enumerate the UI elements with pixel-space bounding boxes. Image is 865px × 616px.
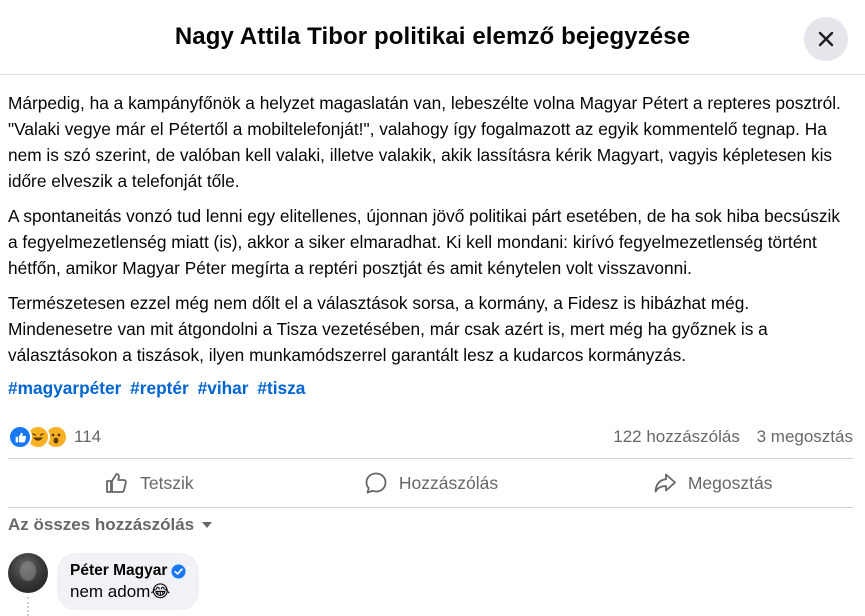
divider [8, 507, 853, 508]
comment-count[interactable]: 122 hozzászólás [613, 427, 740, 446]
share-icon [654, 473, 676, 493]
comment-text: nem adom [70, 582, 151, 601]
post-action-bar: Tetszik Hozzászólás Megosztás [8, 461, 853, 505]
post-stats: 122 hozzászólás 3 megosztás [601, 427, 853, 447]
close-button[interactable] [804, 17, 848, 61]
like-button[interactable]: Tetszik [8, 461, 290, 505]
hashtag-link[interactable]: #reptér [130, 378, 189, 398]
verified-badge-icon [171, 563, 186, 579]
close-icon [818, 31, 834, 47]
like-icon [8, 425, 32, 449]
post-paragraph: A spontaneitás vonzó tud lenni egy elite… [8, 206, 840, 278]
thumbs-up-icon [106, 473, 127, 493]
comment: Péter Magyar nem adom😂 [8, 553, 200, 610]
dialog-header: Nagy Attila Tibor politikai elemző bejeg… [0, 0, 865, 75]
avatar[interactable] [8, 553, 48, 593]
reactions-summary: 114 122 hozzászólás 3 megosztás [8, 424, 853, 450]
post-paragraph: Márpedig, ha a kampányfőnök a helyzet ma… [8, 93, 841, 191]
hashtag-list: #magyarpéter #reptér #vihar #tisza [8, 375, 853, 401]
caret-down-icon [202, 522, 213, 528]
comment-label: Hozzászólás [398, 472, 499, 493]
divider [8, 458, 853, 459]
hashtag-link[interactable]: #tisza [257, 378, 305, 398]
share-label: Megosztás [687, 472, 773, 493]
dialog-title: Nagy Attila Tibor politikai elemző bejeg… [174, 23, 691, 50]
post-body: Márpedig, ha a kampányfőnök a helyzet ma… [8, 90, 853, 401]
comment-author[interactable]: Péter Magyar [70, 562, 167, 580]
hashtag-link[interactable]: #magyarpéter [8, 378, 121, 398]
reaction-icons[interactable] [8, 425, 68, 449]
reaction-count[interactable]: 114 [74, 427, 101, 447]
hashtag-link[interactable]: #vihar [198, 378, 249, 398]
sort-label: Az összes hozzászólás [8, 515, 195, 534]
like-label: Tetszik [140, 472, 194, 493]
comment-sort-dropdown[interactable]: Az összes hozzászólás [8, 515, 214, 535]
share-count[interactable]: 3 megosztás [757, 427, 853, 446]
comment-author-row: Péter Magyar [70, 562, 186, 580]
comment-bubble: Péter Magyar nem adom😂 [57, 553, 200, 610]
post-paragraph: Természetesen ezzel még nem dőlt el a vá… [8, 293, 768, 365]
comment-icon [365, 472, 387, 494]
share-button[interactable]: Megosztás [571, 461, 853, 505]
thread-line [27, 597, 29, 616]
comment-text-row: nem adom😂 [70, 582, 186, 602]
comment-button[interactable]: Hozzászólás [290, 461, 572, 505]
laughing-emoji-icon: 😂 [150, 582, 171, 601]
